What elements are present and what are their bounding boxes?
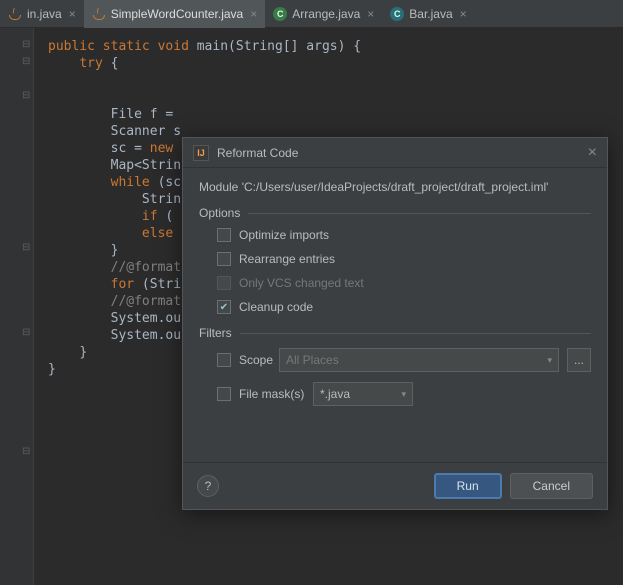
dialog-body: Module 'C:/Users/user/IdeaProjects/draft… [183, 168, 607, 462]
dialog-titlebar: IJ Reformat Code × [183, 138, 607, 168]
tab-label: Bar.java [409, 7, 452, 21]
tab-label: in.java [27, 7, 62, 21]
scope-label: Scope [239, 353, 271, 367]
reformat-dialog: IJ Reformat Code × Module 'C:/Users/user… [182, 137, 608, 510]
app-icon: IJ [193, 145, 209, 161]
tab-arrange[interactable]: C Arrange.java × [265, 0, 382, 28]
close-icon[interactable]: × [250, 7, 257, 21]
option-rearrange-entries[interactable]: Rearrange entries [217, 252, 591, 266]
java-icon [8, 7, 22, 21]
tab-simplewordcounter[interactable]: SimpleWordCounter.java × [84, 0, 266, 28]
filemask-combo[interactable]: *.java ▾ [313, 382, 413, 406]
help-button[interactable]: ? [197, 475, 219, 497]
checkbox-icon[interactable] [217, 353, 231, 367]
close-icon[interactable]: × [367, 7, 374, 21]
tab-in-java[interactable]: in.java × [0, 0, 84, 28]
scope-row: Scope All Places ▾ ... [217, 348, 591, 372]
checkbox-icon[interactable] [217, 228, 231, 242]
checkbox-icon[interactable] [217, 387, 231, 401]
filters-header: Filters [199, 326, 591, 340]
class-icon: C [390, 7, 404, 21]
cancel-button[interactable]: Cancel [510, 473, 593, 499]
tab-label: SimpleWordCounter.java [111, 7, 244, 21]
dialog-title: Reformat Code [217, 146, 588, 160]
scope-combo[interactable]: All Places ▾ [279, 348, 559, 372]
tab-bar[interactable]: C Bar.java × [382, 0, 474, 28]
gutter: ⊟ ⊟ ⊟ ⊟ ⊟ ⊟ [0, 28, 34, 585]
option-vcs-changed: Only VCS changed text [217, 276, 591, 290]
option-label: Rearrange entries [239, 252, 335, 266]
class-icon: C [273, 7, 287, 21]
option-optimize-imports[interactable]: Optimize imports [217, 228, 591, 242]
close-icon[interactable]: × [69, 7, 76, 21]
close-icon[interactable]: × [460, 7, 467, 21]
checkbox-icon[interactable] [217, 252, 231, 266]
chevron-down-icon: ▾ [401, 389, 406, 400]
tab-bar: in.java × SimpleWordCounter.java × C Arr… [0, 0, 623, 28]
java-icon [92, 7, 106, 21]
options-header: Options [199, 206, 591, 220]
option-cleanup-code[interactable]: Cleanup code [217, 300, 591, 314]
run-button[interactable]: Run [434, 473, 502, 499]
tab-label: Arrange.java [292, 7, 360, 21]
checkbox-icon [217, 276, 231, 290]
filemask-label: File mask(s) [239, 387, 305, 401]
chevron-down-icon: ▾ [547, 355, 552, 366]
option-label: Cleanup code [239, 300, 313, 314]
checkbox-icon[interactable] [217, 300, 231, 314]
option-label: Optimize imports [239, 228, 329, 242]
filemask-row: File mask(s) *.java ▾ [217, 382, 591, 406]
scope-more-button[interactable]: ... [567, 348, 591, 372]
module-path: Module 'C:/Users/user/IdeaProjects/draft… [199, 180, 591, 194]
option-label: Only VCS changed text [239, 276, 364, 290]
close-icon[interactable]: × [588, 144, 597, 162]
dialog-footer: ? Run Cancel [183, 462, 607, 509]
